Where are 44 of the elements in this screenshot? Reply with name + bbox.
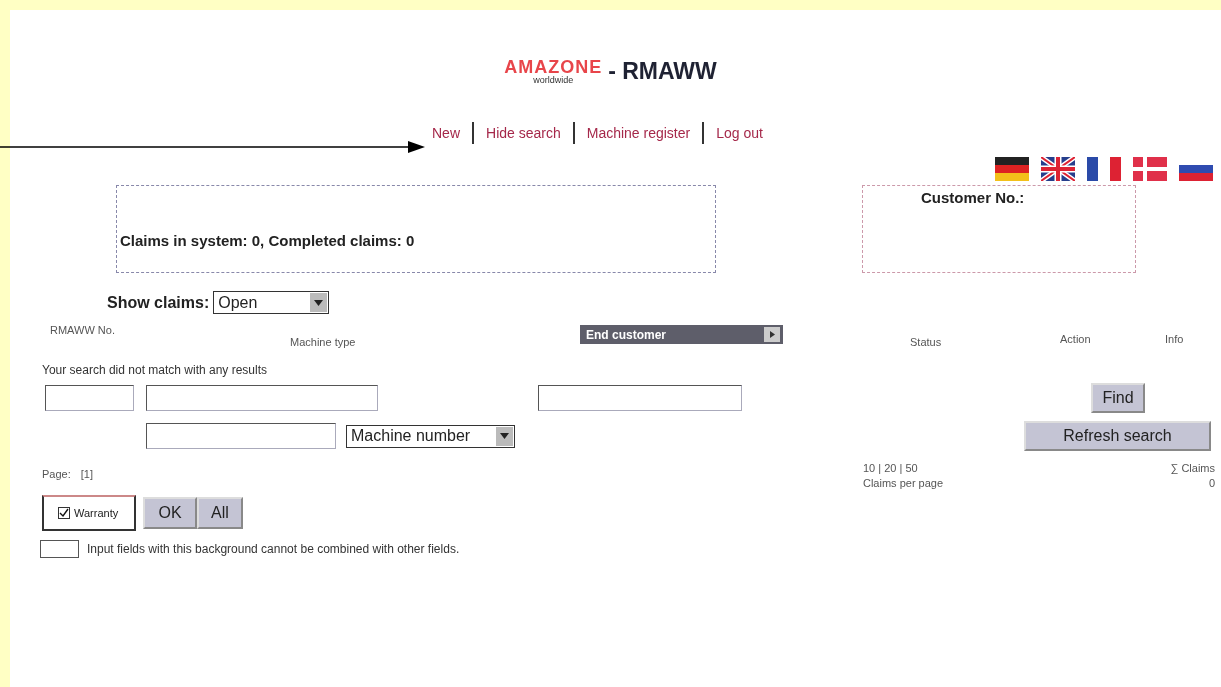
show-claims-label: Show claims: [107,293,210,312]
column-dropdown[interactable]: End customer [580,325,783,344]
column-header: Info [1165,333,1184,345]
flag-icon[interactable] [1087,157,1121,181]
refresh-search-button[interactable]: Refresh search [1024,421,1211,451]
end-customer-field[interactable] [538,385,742,411]
all-button[interactable]: All [197,497,243,529]
rmaww-number-field[interactable] [45,385,134,411]
caret-icon [500,433,509,439]
nav-link[interactable]: Machine register [572,122,699,144]
page-link[interactable]: [1] [80,468,93,482]
caret-icon [314,299,324,306]
page-size-links[interactable]: 10 | 20 | 50 [863,461,944,476]
flag-icon[interactable] [995,157,1029,181]
warranty-checkbox[interactable] [58,507,70,519]
legend-swatch [40,540,79,558]
column-header: Machine type [290,336,356,348]
column-header: Action [1060,333,1091,345]
summary-text: Claims in system: 0, Completed claims: 0 [120,232,415,249]
logo-subtitle: worldwide [533,76,574,85]
nav-link[interactable]: New [424,122,468,144]
customer-label: Customer No.: [921,189,1025,206]
nav-link[interactable]: Hide search [472,122,569,144]
column-header: RMAWW No. [50,324,115,336]
flag-icon[interactable] [1041,157,1075,181]
checkbox-label: Warranty [74,507,119,519]
find-button[interactable]: Find [1091,383,1145,413]
total-label: ∑ Claims [1170,461,1215,476]
logo-text: AMAZONE [504,58,603,76]
page-title: - RMAWW [608,58,717,85]
page-label: Page: [42,468,71,482]
legend-text: Input fields with this background cannot be combined with other fields. [87,542,460,556]
caret-icon [769,331,775,338]
flag-icon[interactable] [1133,157,1167,181]
search-message: Your search did not match with any results [42,363,268,377]
ok-button[interactable]: OK [143,497,197,529]
machine-type-field[interactable] [146,385,378,411]
column-header: Status [910,336,942,348]
nav-link[interactable]: Log out [702,122,771,144]
page-size-label: Claims per page [863,476,944,491]
status-dropdown[interactable]: Open [213,291,330,314]
machine-number-dropdown[interactable]: Machine number [346,424,515,448]
total-count: 0 [1208,476,1215,491]
machine-number-field[interactable] [146,423,336,449]
